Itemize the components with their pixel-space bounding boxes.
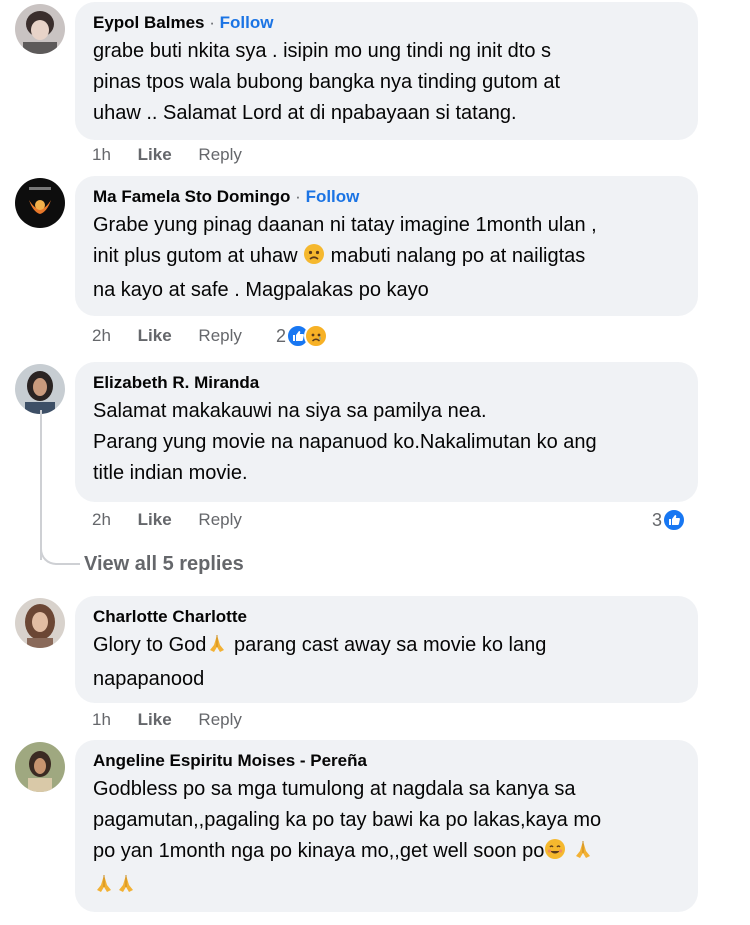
sad-reaction-icon: [304, 324, 329, 348]
timestamp[interactable]: 1h: [92, 710, 111, 729]
like-reaction-icon: [662, 508, 687, 532]
author-name[interactable]: Elizabeth R. Miranda: [93, 373, 259, 392]
comment-actions: 2h Like Reply: [92, 510, 264, 530]
comment-bubble: Ma Famela Sto Domingo · Follow Grabe yun…: [75, 176, 698, 316]
comment-text: Godbless po sa mga tumulong at nagdala s…: [93, 774, 680, 904]
reply-button[interactable]: Reply: [198, 145, 241, 164]
follow-button[interactable]: Follow: [306, 187, 360, 206]
sad-face-emoji-icon: [303, 243, 325, 275]
separator-dot: ·: [295, 187, 301, 206]
author-name[interactable]: Eypol Balmes: [93, 13, 205, 32]
comment-bubble: Charlotte Charlotte Glory to God parang …: [75, 596, 698, 703]
like-button[interactable]: Like: [138, 145, 172, 164]
reaction-summary[interactable]: 3: [652, 508, 687, 532]
praying-hands-emoji-icon: [93, 872, 115, 904]
praying-hands-emoji-icon: [115, 872, 137, 904]
comment-actions: 1h Like Reply: [92, 710, 264, 730]
avatar[interactable]: [15, 178, 65, 228]
follow-button[interactable]: Follow: [220, 13, 274, 32]
reply-button[interactable]: Reply: [198, 510, 241, 529]
reaction-summary[interactable]: 2: [276, 324, 329, 348]
praying-hands-emoji-icon: [572, 838, 594, 870]
author-name[interactable]: Ma Famela Sto Domingo: [93, 187, 290, 206]
reaction-count: 3: [652, 509, 663, 530]
thread-connector: [40, 520, 80, 565]
comment-actions: 2h Like Reply: [92, 326, 264, 346]
like-button[interactable]: Like: [138, 510, 172, 529]
comment-text-part: Godbless po sa mga tumulong at nagdala s…: [93, 778, 602, 862]
view-replies-link[interactable]: View all 5 replies: [84, 553, 244, 576]
comment-text: Grabe yung pinag daanan ni tatay imagine…: [93, 210, 680, 306]
timestamp[interactable]: 1h: [92, 145, 111, 164]
timestamp[interactable]: 2h: [92, 326, 111, 345]
comment-bubble: Elizabeth R. Miranda Salamat makakauwi n…: [75, 362, 698, 502]
comment-bubble: Eypol Balmes · Follow grabe buti nkita s…: [75, 2, 698, 140]
avatar[interactable]: [15, 742, 65, 792]
comment-text-part: Glory to God: [93, 634, 207, 656]
comment-text: Glory to God parang cast away sa movie k…: [93, 630, 680, 695]
comment-bubble: Angeline Espiritu Moises - Pereña Godble…: [75, 740, 698, 912]
praying-hands-emoji-icon: [206, 632, 228, 664]
like-button[interactable]: Like: [138, 326, 172, 345]
timestamp[interactable]: 2h: [92, 510, 111, 529]
separator-dot: ·: [209, 13, 215, 32]
reply-button[interactable]: Reply: [198, 710, 241, 729]
author-name[interactable]: Charlotte Charlotte: [93, 607, 247, 626]
comment-text: Salamat makakauwi na siya sa pamilya nea…: [93, 400, 597, 484]
reply-button[interactable]: Reply: [198, 326, 241, 345]
comment-actions: 1h Like Reply: [92, 145, 264, 165]
like-button[interactable]: Like: [138, 710, 172, 729]
avatar[interactable]: [15, 598, 65, 648]
smiling-emoji-icon: [544, 838, 566, 870]
comment-text: grabe buti nkita sya . isipin mo ung tin…: [93, 40, 561, 124]
reaction-count: 2: [276, 325, 287, 346]
avatar[interactable]: [15, 4, 65, 54]
avatar[interactable]: [15, 364, 65, 414]
author-name[interactable]: Angeline Espiritu Moises - Pereña: [93, 751, 367, 770]
